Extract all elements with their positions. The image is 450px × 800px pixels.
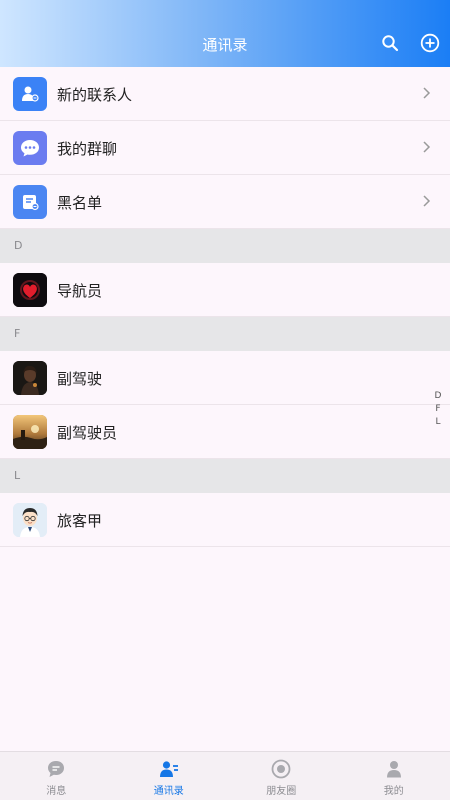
dark-portrait-avatar xyxy=(13,361,47,395)
tab-label: 消息 xyxy=(46,786,67,797)
profile-icon xyxy=(386,761,401,778)
tab-label: 通讯录 xyxy=(153,786,184,797)
contact-name: 旅客甲 xyxy=(57,512,103,530)
tab-messages[interactable]: 消息 xyxy=(0,752,113,800)
group-chats-label: 我的群聊 xyxy=(57,140,118,158)
blacklist-icon xyxy=(13,185,47,219)
section-header-l: L xyxy=(0,459,450,493)
contact-list: 新的联系人 我的群聊 黑名单 D 导航员 F 副驾驶 副驾驶员 L 旅客甲 xyxy=(0,67,450,547)
contact-row[interactable]: 副驾驶员 xyxy=(0,405,450,459)
new-contacts-item[interactable]: 新的联系人 xyxy=(0,67,450,121)
section-header-f: F xyxy=(0,317,450,351)
search-icon xyxy=(382,35,399,52)
blacklist-item[interactable]: 黑名单 xyxy=(0,175,450,229)
contact-name: 副驾驶员 xyxy=(57,424,118,442)
new-contact-icon xyxy=(13,77,47,111)
app-header: 通讯录 xyxy=(0,0,450,67)
new-contacts-label: 新的联系人 xyxy=(57,86,133,104)
contact-name: 导航员 xyxy=(57,282,103,300)
search-button[interactable] xyxy=(379,32,401,54)
plus-circle-icon xyxy=(420,33,440,53)
contacts-icon xyxy=(159,761,178,777)
section-header-d: D xyxy=(0,229,450,263)
alphabet-index[interactable]: D F L xyxy=(433,390,443,429)
contact-name: 副驾驶 xyxy=(57,370,103,388)
sunset-avatar xyxy=(13,415,47,449)
contact-row[interactable]: 副驾驶 xyxy=(0,351,450,405)
tab-label: 朋友圈 xyxy=(266,786,297,797)
tab-contacts[interactable]: 通讯录 xyxy=(113,752,226,800)
blacklist-label: 黑名单 xyxy=(57,194,103,212)
group-chats-item[interactable]: 我的群聊 xyxy=(0,121,450,175)
tab-label: 我的 xyxy=(383,786,404,797)
tab-moments[interactable]: 朋友圈 xyxy=(225,752,338,800)
add-button[interactable] xyxy=(419,32,441,54)
heart-avatar xyxy=(13,273,47,307)
index-letter[interactable]: F xyxy=(433,403,443,416)
chevron-right-icon xyxy=(423,141,431,153)
message-icon xyxy=(48,761,65,777)
tab-profile[interactable]: 我的 xyxy=(338,752,450,800)
cartoon-boy-avatar xyxy=(13,503,47,537)
index-letter[interactable]: D xyxy=(433,390,443,403)
group-chat-icon xyxy=(13,131,47,165)
index-letter[interactable]: L xyxy=(433,416,443,429)
contact-row[interactable]: 旅客甲 xyxy=(0,493,450,547)
chevron-right-icon xyxy=(423,195,431,207)
moments-icon xyxy=(271,759,291,779)
bottom-tab-bar: 消息 通讯录 朋友圈 我的 xyxy=(0,751,450,800)
contact-row[interactable]: 导航员 xyxy=(0,263,450,317)
chevron-right-icon xyxy=(423,87,431,99)
